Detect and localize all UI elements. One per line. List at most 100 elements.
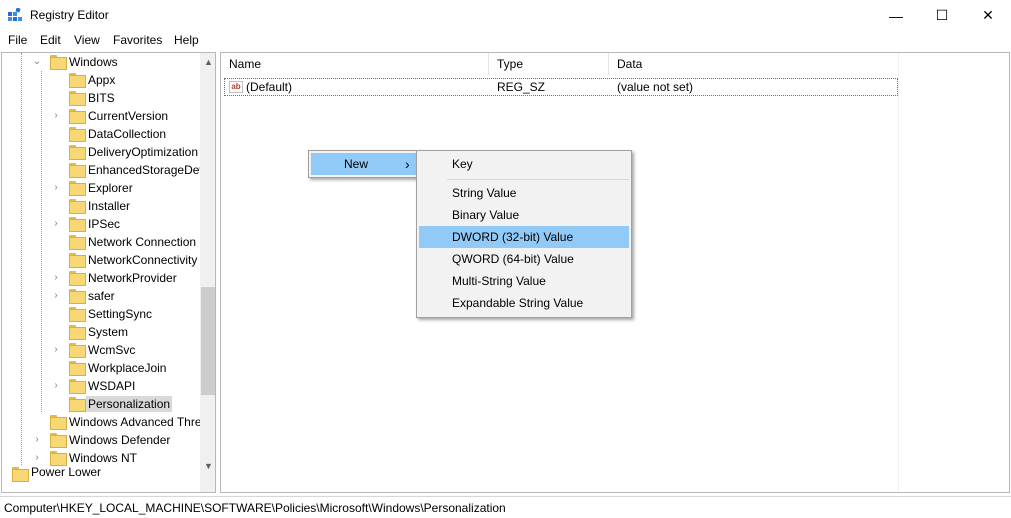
menu-edit[interactable]: Edit [40, 33, 61, 48]
tree-item[interactable]: › Explorer [2, 179, 200, 197]
tree-item[interactable]: DeliveryOptimization [2, 143, 200, 161]
folder-icon [69, 343, 86, 358]
menu-item-dword-value[interactable]: DWORD (32-bit) Value [419, 226, 629, 248]
tree-item-label: IPSec [88, 217, 121, 231]
window-title: Registry Editor [30, 8, 109, 22]
tree-item-label: NetworkConnectivity [88, 253, 198, 267]
context-menu: New › [308, 150, 420, 178]
chevron-right-icon[interactable]: › [51, 377, 61, 395]
tree-item-label: Installer [88, 199, 131, 213]
tree-item[interactable]: SettingSync [2, 305, 200, 323]
tree-item[interactable]: DataCollection [2, 125, 200, 143]
chevron-down-icon[interactable]: ⌄ [32, 53, 42, 71]
maximize-button[interactable]: ☐ [919, 0, 965, 31]
folder-icon [69, 199, 86, 214]
folder-icon [69, 271, 86, 286]
folder-icon [69, 235, 86, 250]
tree-item-label: safer [88, 289, 115, 303]
scroll-thumb[interactable] [201, 287, 215, 395]
close-button[interactable]: ✕ [965, 0, 1011, 31]
menu-item-new[interactable]: New › [311, 153, 417, 175]
tree-item[interactable]: Installer [2, 197, 200, 215]
chevron-right-icon[interactable]: › [51, 287, 61, 305]
value-type: REG_SZ [497, 80, 546, 94]
key-tree[interactable]: ⌄ Windows Appx BITS › CurrentVersion Dat… [1, 52, 216, 493]
folder-open-icon [50, 55, 67, 70]
menu-item-label: DWORD (32-bit) Value [452, 230, 574, 244]
tree-item-label: WSDAPI [88, 379, 136, 393]
tree-item[interactable]: › NetworkProvider [2, 269, 200, 287]
tree-item[interactable]: Power Lower [2, 465, 200, 485]
tree-item-label: WorkplaceJoin [88, 361, 167, 375]
folder-icon [12, 467, 29, 482]
tree-item-label: Personalization [86, 396, 173, 412]
tree-item[interactable]: Appx [2, 71, 200, 89]
tree-item-label: Windows Advanced Thre [69, 415, 202, 429]
column-header-name[interactable]: Name [221, 53, 489, 75]
tree-scrollbar[interactable]: ▲ ▼ [200, 53, 215, 492]
folder-icon [69, 73, 86, 88]
menu-item-label: Expandable String Value [452, 296, 584, 310]
tree-item[interactable]: › Windows Defender [2, 431, 200, 449]
title-bar: Registry Editor — ☐ ✕ [0, 0, 1011, 31]
tree-item[interactable]: Network Connection [2, 233, 200, 251]
chevron-right-icon[interactable]: › [51, 215, 61, 233]
tree-item-label: SettingSync [88, 307, 153, 321]
menu-help[interactable]: Help [174, 33, 199, 48]
tree-item[interactable]: EnhancedStorageDev [2, 161, 205, 179]
menu-item-label: String Value [452, 186, 517, 200]
tree-item[interactable]: › WcmSvc [2, 341, 200, 359]
chevron-right-icon: › [405, 156, 410, 172]
chevron-right-icon[interactable]: › [51, 107, 61, 125]
chevron-right-icon[interactable]: › [51, 341, 61, 359]
folder-icon [69, 289, 86, 304]
tree-item[interactable]: › safer [2, 287, 200, 305]
value-data: (value not set) [617, 80, 694, 94]
menu-item-binary-value[interactable]: Binary Value [419, 204, 629, 226]
tree-item-label: BITS [88, 91, 115, 105]
tree-item[interactable]: System [2, 323, 200, 341]
value-row[interactable]: ab (Default) REG_SZ (value not set) [224, 78, 898, 96]
folder-icon [50, 451, 67, 466]
menu-item-key[interactable]: Key [419, 153, 629, 175]
tree-item-label: Appx [88, 73, 116, 87]
folder-icon [50, 415, 67, 430]
menu-item-qword-value[interactable]: QWORD (64-bit) Value [419, 248, 629, 270]
menu-item-label: Binary Value [452, 208, 520, 222]
tree-item[interactable]: BITS [2, 89, 200, 107]
tree-item-windows[interactable]: ⌄ Windows [2, 53, 200, 71]
tree-item-personalization[interactable]: Personalization [2, 395, 200, 413]
menu-favorites[interactable]: Favorites [113, 33, 162, 48]
menu-separator [447, 179, 629, 180]
menu-file[interactable]: File [8, 33, 27, 48]
chevron-right-icon[interactable]: › [51, 269, 61, 287]
tree-item-label: DeliveryOptimization [88, 145, 199, 159]
scroll-down-icon[interactable]: ▼ [200, 457, 215, 474]
column-header-type[interactable]: Type [489, 53, 609, 75]
menu-item-multi-string-value[interactable]: Multi-String Value [419, 270, 629, 292]
folder-icon [69, 91, 86, 106]
chevron-right-icon[interactable]: › [51, 179, 61, 197]
folder-icon [69, 307, 86, 322]
tree-item[interactable]: NetworkConnectivity [2, 251, 200, 269]
menu-item-expandable-string-value[interactable]: Expandable String Value [419, 292, 629, 314]
tree-item-label: EnhancedStorageDev [88, 163, 206, 177]
chevron-right-icon[interactable]: › [32, 431, 42, 449]
column-header-data[interactable]: Data [609, 53, 899, 75]
tree-item[interactable]: WorkplaceJoin [2, 359, 200, 377]
folder-icon [69, 325, 86, 340]
menu-view[interactable]: View [74, 33, 100, 48]
folder-icon [69, 145, 86, 160]
folder-icon [69, 253, 86, 268]
minimize-button[interactable]: — [873, 0, 919, 31]
tree-item[interactable]: › WSDAPI [2, 377, 200, 395]
tree-item-label: NetworkProvider [88, 271, 177, 285]
menu-item-string-value[interactable]: String Value [419, 182, 629, 204]
tree-item[interactable]: Windows Advanced Thre [2, 413, 202, 431]
menu-item-label: Key [452, 157, 473, 171]
tree-item-label: DataCollection [88, 127, 167, 141]
scroll-up-icon[interactable]: ▲ [200, 53, 215, 70]
tree-item[interactable]: › CurrentVersion [2, 107, 200, 125]
folder-icon [69, 181, 86, 196]
tree-item[interactable]: › IPSec [2, 215, 200, 233]
